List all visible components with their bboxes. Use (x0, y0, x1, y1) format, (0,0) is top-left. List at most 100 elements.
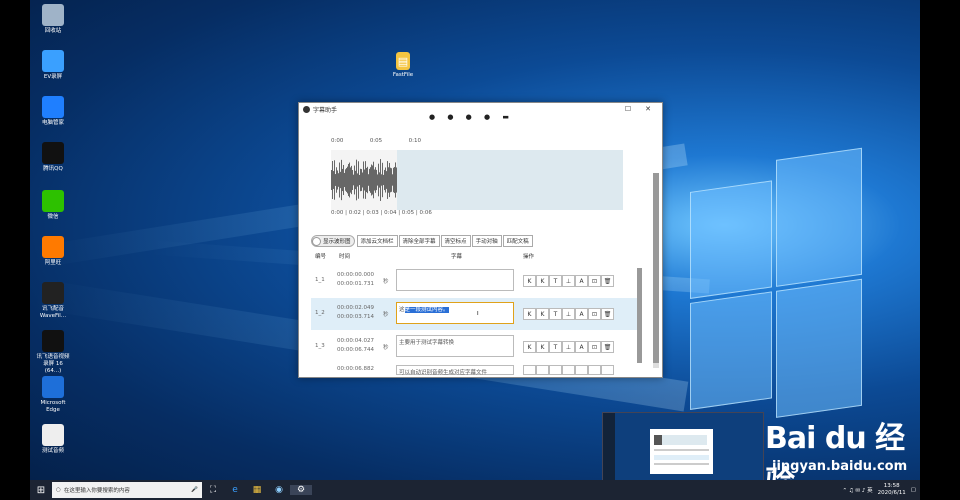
window-scrollbar[interactable] (653, 173, 659, 368)
clock[interactable]: 13:58 2020/6/11 (878, 483, 906, 497)
insert-below-button[interactable]: ⊥ (562, 341, 575, 353)
insert-below-button[interactable]: ⊥ (562, 275, 575, 287)
tab-clear-punctuation[interactable]: 清空标点 (440, 235, 471, 247)
task-view-icon[interactable]: ⛶ (202, 485, 224, 495)
tray-icons[interactable]: ⌃ ♫ ✉ ♪ 英 (842, 486, 872, 494)
subtitle-app-taskbar-icon[interactable]: ⚙ (290, 485, 312, 495)
timeline-tick: 0:10 (408, 138, 421, 144)
desktop-icon-8[interactable]: Microsoft Edge (36, 376, 70, 414)
desktop-icon-9[interactable]: 测试音频 (36, 424, 70, 455)
desktop-icon-3[interactable]: 腾讯QQ (36, 142, 70, 173)
insert-above-button[interactable]: T (549, 308, 562, 320)
waveform-bar (362, 172, 363, 188)
browser-icon[interactable]: ◉ (268, 485, 290, 495)
delete-button[interactable]: 🗑 (601, 341, 614, 353)
subtitle-app-window[interactable]: 字幕助手 ☐ ✕ ● ● ● ● ▬ 0:00 0:05 0:10 0:00 |… (298, 102, 663, 378)
merge-up-button[interactable]: K (523, 308, 536, 320)
row-time[interactable]: 00:00:06.882 (337, 365, 374, 374)
tab-manual-align[interactable]: 手动对轴 (471, 235, 502, 247)
waveform-bar (346, 168, 347, 192)
row-time[interactable]: 00:00:02.049 00:00:03.714 (337, 304, 374, 322)
desktop-icon-label: 回收站 (44, 28, 62, 34)
notification-icon[interactable]: ▢ (911, 487, 916, 493)
row-index: 1_1 (315, 277, 325, 283)
waveform-bar (361, 169, 362, 191)
timeline-tick: 0:00 (331, 138, 344, 144)
toolbar-dots[interactable]: ● ● ● ● ▬ (429, 113, 514, 121)
waveform-panel[interactable]: 0:00 0:05 0:10 0:00 | 0:02 | 0:03 | 0:04… (331, 138, 623, 223)
desktop-icon-6[interactable]: 讯飞配音 WaveFil... (36, 282, 70, 320)
row-time[interactable]: 00:00:04.027 00:00:06.744 (337, 337, 374, 355)
waveform-toggle[interactable]: 显示波形图 (311, 235, 355, 247)
desktop-icon-2[interactable]: 电脑管家 (36, 96, 70, 127)
insert-below-button[interactable]: ⊥ (562, 308, 575, 320)
waveform-bar (331, 170, 332, 190)
table-scrollbar[interactable] (637, 268, 642, 363)
windows-start-icon[interactable]: ⊞ (30, 485, 52, 496)
merge-up-button[interactable]: K (523, 275, 536, 287)
baidu-watermark-url: jingyan.baidu.com (772, 459, 908, 474)
desktop-icon-5[interactable]: 阿里旺 (36, 236, 70, 267)
subtitle-input[interactable]: 主要用于测试字幕转换 (396, 335, 514, 357)
insert-above-button[interactable]: T (549, 275, 562, 287)
waveform-bar (369, 168, 370, 192)
waveform-bar (376, 169, 377, 191)
search-input[interactable]: ○ 在这里输入你要搜索的内容 🎤 (52, 482, 202, 498)
action-button[interactable] (601, 365, 614, 375)
desktop-icon-4[interactable]: 微信 (36, 190, 70, 221)
edge-taskbar-icon[interactable]: e (224, 485, 246, 495)
waveform-bar (383, 174, 384, 186)
desktop-icon-label: 讯飞配音 (41, 306, 64, 312)
merge-up-button[interactable]: K (523, 341, 536, 353)
split-button[interactable]: A (575, 308, 588, 320)
waveform-selection[interactable] (397, 150, 623, 210)
merge-down-button[interactable]: K (536, 308, 549, 320)
copy-button[interactable]: ⊡ (588, 341, 601, 353)
desktop-icon-label: 阿里旺 (44, 260, 62, 266)
merge-down-button[interactable]: K (536, 275, 549, 287)
subtitle-input[interactable]: 这是一段测试内容。 I (396, 302, 514, 324)
action-button[interactable] (536, 365, 549, 375)
desktop-icon-7[interactable]: 讯飞语音视频 录屏 16 (64...) (36, 330, 70, 375)
scroll-thumb[interactable] (653, 173, 659, 363)
waveform-bar (341, 159, 342, 201)
copy-button[interactable]: ⊡ (588, 275, 601, 287)
table-row[interactable]: 1_1 00:00:00.000 00:00:01.731 秒 K K T ⊥ A ⊡ 🗑 (311, 265, 639, 297)
copy-button[interactable]: ⊡ (588, 308, 601, 320)
waveform-bar (355, 170, 356, 190)
action-button[interactable] (575, 365, 588, 375)
waveform-bar (364, 169, 365, 191)
search-icon: ○ (56, 487, 61, 493)
subtitle-input[interactable] (396, 269, 514, 291)
delete-button[interactable]: 🗑 (601, 308, 614, 320)
action-button[interactable] (588, 365, 601, 375)
action-button[interactable] (562, 365, 575, 375)
desktop-icon-0[interactable]: 回收站 (36, 4, 70, 35)
file-explorer-icon[interactable]: ▦ (246, 485, 268, 495)
desktop-icon-1[interactable]: EV录屏 (36, 50, 70, 81)
split-button[interactable]: A (575, 341, 588, 353)
action-button[interactable] (523, 365, 536, 375)
table-row[interactable]: 1_2 00:00:02.049 00:00:03.714 秒这是一段测试内容。 I K K… (311, 298, 639, 330)
waveform-bar (366, 167, 367, 193)
waveform-bar (337, 170, 338, 190)
table-row[interactable]: 00:00:06.882 可以自动识别音频生成对应字幕文件 (311, 365, 639, 376)
table-row[interactable]: 1_3 00:00:04.027 00:00:06.744 秒 主要用于测试字幕转换 K K… (311, 331, 639, 363)
delete-button[interactable]: 🗑 (601, 275, 614, 287)
maximize-button[interactable]: ☐ (618, 105, 638, 113)
ev-recorder-icon (42, 50, 64, 72)
tab-match-script[interactable]: 匹配文稿 (502, 235, 533, 247)
desktop-icon-folder[interactable]: ▤ FastFile (386, 52, 420, 79)
tab-add-cloud-doc[interactable]: 添加云文档栏 (356, 235, 398, 247)
row-time[interactable]: 00:00:00.000 00:00:01.731 (337, 271, 374, 289)
split-button[interactable]: A (575, 275, 588, 287)
insert-above-button[interactable]: T (549, 341, 562, 353)
microphone-icon[interactable]: 🎤 (191, 487, 198, 493)
subtitle-input[interactable]: 可以自动识别音频生成对应字幕文件 (396, 365, 514, 376)
audio-waveform[interactable] (331, 150, 397, 210)
action-button[interactable] (549, 365, 562, 375)
close-button[interactable]: ✕ (638, 105, 658, 113)
waveform-bar (371, 164, 372, 196)
merge-down-button[interactable]: K (536, 341, 549, 353)
tab-clear-subtitles[interactable]: 清除全部字幕 (398, 235, 440, 247)
